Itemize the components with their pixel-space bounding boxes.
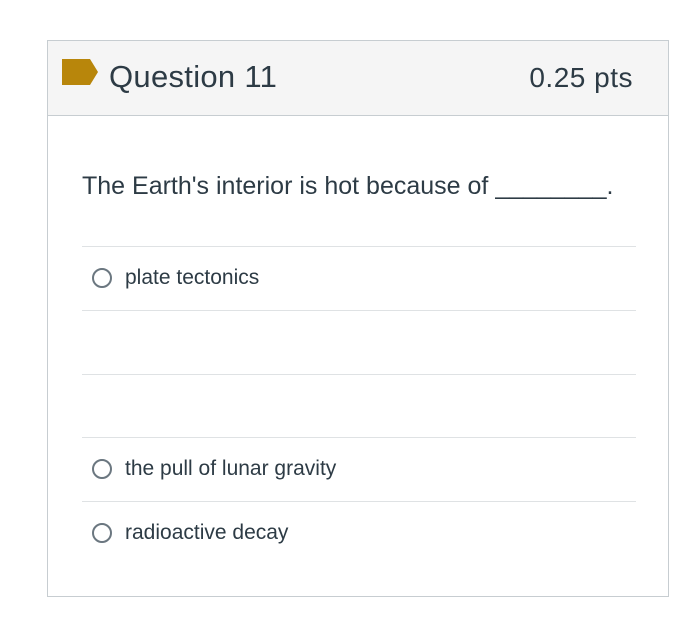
answer-divider bbox=[82, 501, 636, 502]
question-header: Question 11 0.25 pts bbox=[48, 41, 668, 116]
answer-option-4[interactable]: the pull of lunar gravity bbox=[82, 439, 636, 499]
answer-option-2 bbox=[82, 312, 636, 372]
question-points: 0.25 pts bbox=[529, 62, 633, 93]
question-text: The Earth's interior is hot because of _… bbox=[82, 172, 614, 200]
answer-option-1[interactable]: plate tectonics bbox=[82, 248, 636, 308]
radio-button[interactable] bbox=[92, 268, 112, 288]
answer-label: radioactive decay bbox=[125, 521, 289, 544]
answer-option-5[interactable]: radioactive decay bbox=[82, 503, 636, 563]
question-title: Question 11 bbox=[109, 59, 278, 94]
question-card: Question 11 0.25 pts The Earth's interio… bbox=[47, 40, 669, 597]
answer-divider bbox=[82, 437, 636, 438]
radio-button[interactable] bbox=[92, 459, 112, 479]
answer-label: the pull of lunar gravity bbox=[125, 457, 337, 480]
answer-label: plate tectonics bbox=[125, 266, 260, 289]
answer-divider bbox=[82, 310, 636, 311]
answer-divider bbox=[82, 374, 636, 375]
flag-icon[interactable] bbox=[62, 59, 98, 85]
answer-option-3 bbox=[82, 376, 636, 436]
answer-divider bbox=[82, 246, 636, 247]
radio-button[interactable] bbox=[92, 523, 112, 543]
